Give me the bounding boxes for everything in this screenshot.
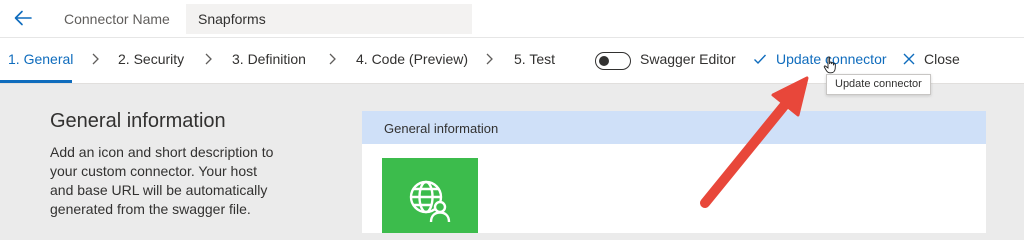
chevron-right-icon bbox=[329, 53, 336, 65]
general-info-description: Add an icon and short description to you… bbox=[50, 144, 274, 217]
card-header-title: General information bbox=[384, 121, 499, 136]
close-label: Close bbox=[924, 51, 960, 67]
general-info-heading: General information bbox=[50, 110, 226, 132]
swagger-editor-toggle[interactable] bbox=[595, 52, 631, 70]
chevron-right-icon bbox=[92, 53, 99, 65]
step-security[interactable]: 2. Security bbox=[118, 51, 184, 67]
general-info-card: General information bbox=[362, 111, 986, 233]
step-code-preview[interactable]: 4. Code (Preview) bbox=[356, 51, 468, 67]
top-bar: Connector Name bbox=[0, 0, 1024, 38]
step-general[interactable]: 1. General bbox=[8, 51, 73, 67]
step-definition[interactable]: 3. Definition bbox=[232, 51, 306, 67]
hand-pointer-cursor-icon bbox=[823, 56, 836, 74]
connector-name-input[interactable] bbox=[186, 4, 472, 34]
card-header: General information bbox=[362, 111, 986, 144]
update-connector-tooltip: Update connector bbox=[826, 74, 931, 95]
close-icon bbox=[903, 53, 915, 65]
toggle-knob bbox=[599, 55, 609, 66]
connector-name-label: Connector Name bbox=[64, 11, 170, 27]
swagger-editor-label: Swagger Editor bbox=[640, 51, 736, 67]
connector-icon-upload[interactable] bbox=[382, 158, 478, 233]
globe-user-icon bbox=[409, 180, 451, 223]
back-arrow-icon[interactable] bbox=[12, 7, 34, 29]
chevron-right-icon bbox=[205, 53, 212, 65]
checkmark-icon bbox=[754, 54, 767, 65]
update-connector-button[interactable]: Update connector bbox=[753, 51, 887, 67]
close-button[interactable]: Close bbox=[902, 51, 960, 67]
chevron-right-icon bbox=[486, 53, 493, 65]
step-test[interactable]: 5. Test bbox=[514, 51, 555, 67]
active-step-indicator bbox=[0, 80, 72, 83]
